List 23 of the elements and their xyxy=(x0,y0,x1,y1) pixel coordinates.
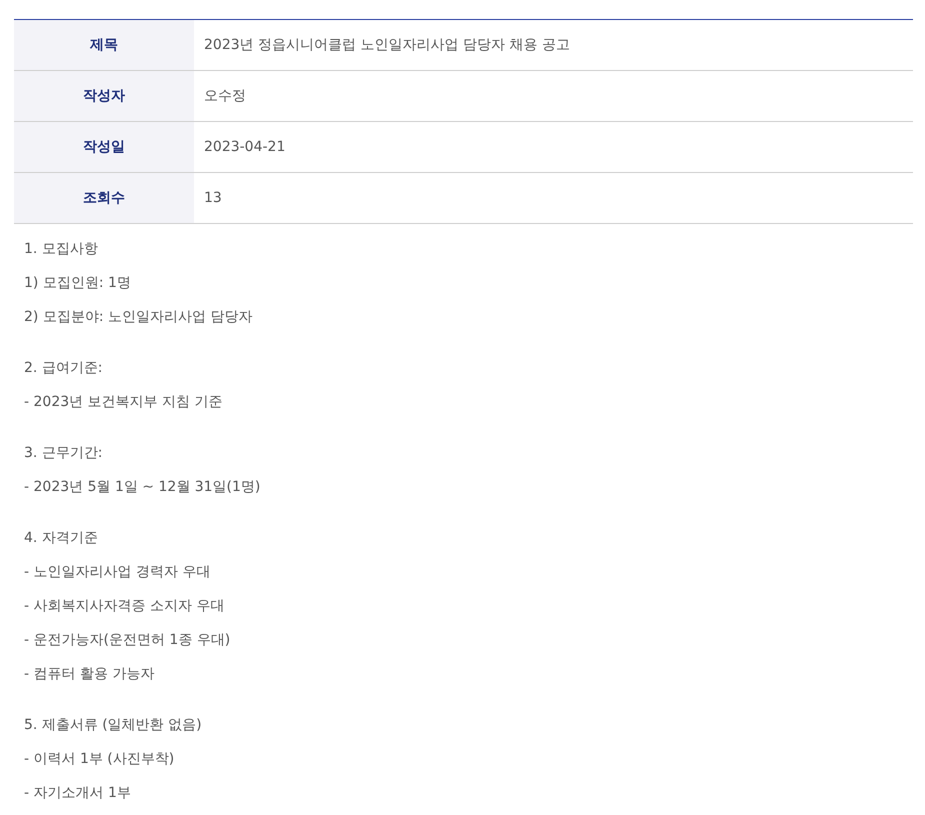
body-text: - 컴퓨터 활용 가능자 xyxy=(24,665,156,684)
body-text: 2. 급여기준: xyxy=(24,359,104,378)
body-text: - 이력서 1부 (사진부착) xyxy=(24,750,176,769)
body-text: - 노인일자리사업 경력자 우대 xyxy=(24,563,212,582)
field-label: 조회수 xyxy=(14,173,194,223)
body-text: - 운전가능자(운전면허 1종 우대) xyxy=(24,631,232,650)
body-text: - 사회복지사자격증 소지자 우대 xyxy=(24,597,226,616)
body-text: 1) 모집인원: 1명 xyxy=(24,274,132,293)
field-label: 제목 xyxy=(14,20,194,70)
body-text: 4. 자격기준 xyxy=(24,529,99,548)
body-text: - 2023년 5월 1일 ~ 12월 31일(1명) xyxy=(24,478,262,497)
body-text: - 2023년 보건복지부 지침 기준 xyxy=(24,393,224,412)
field-value: 2023년 정읍시니어클럽 노인일자리사업 담당자 채용 공고 xyxy=(203,36,571,55)
field-value: 13 xyxy=(203,189,223,208)
body-text: - 자기소개서 1부 xyxy=(24,784,132,803)
body-text: 3. 근무기간: xyxy=(24,444,104,463)
field-value: 오수정 xyxy=(203,87,247,106)
body-text: 5. 제출서류 (일체반환 없음) xyxy=(24,716,203,735)
body-text: 1. 모집사항 xyxy=(24,240,99,259)
field-label: 작성일 xyxy=(14,122,194,172)
field-value: 2023-04-21 xyxy=(203,138,286,157)
body-text: 2) 모집분야: 노인일자리사업 담당자 xyxy=(24,308,254,327)
field-label: 작성자 xyxy=(14,71,194,121)
